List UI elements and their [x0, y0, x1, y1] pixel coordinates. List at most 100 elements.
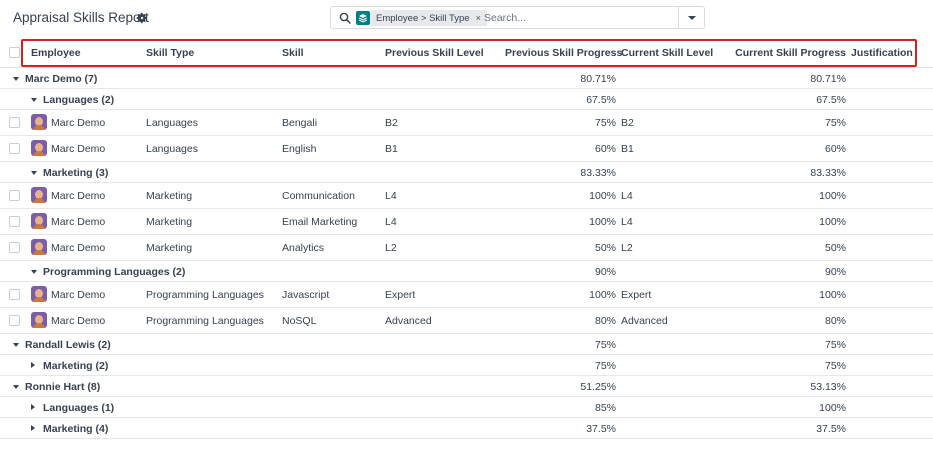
- skill-cell: Communication: [282, 190, 355, 202]
- skill-type-cell: Marketing: [146, 216, 193, 228]
- avatar: [31, 312, 47, 328]
- column-header-current-skill-progress[interactable]: Current Skill Progress: [730, 47, 846, 59]
- skill-type-cell: Marketing: [146, 242, 193, 254]
- previous-skill-progress-cell: 75%: [594, 117, 616, 129]
- group-row[interactable]: Marketing (2) 75% 75%: [0, 355, 933, 376]
- previous-skill-level-cell: B2: [385, 117, 398, 129]
- current-skill-progress-cell: 50%: [824, 242, 846, 254]
- group-previous-skill-progress: 37.5%: [586, 423, 616, 435]
- caret-down-icon[interactable]: [31, 98, 37, 102]
- table-row[interactable]: Marc Demo Languages Bengali B2 75% B2 75%: [0, 110, 933, 136]
- current-skill-level-cell: L4: [621, 190, 633, 202]
- caret-down-icon: [687, 15, 696, 20]
- current-skill-progress-cell: 100%: [819, 216, 846, 228]
- avatar: [31, 187, 47, 203]
- caret-down-icon[interactable]: [13, 77, 19, 81]
- group-row[interactable]: Ronnie Hart (8) 51.25% 53.13%: [0, 376, 933, 397]
- group-label: Marc Demo (7): [25, 73, 98, 85]
- skill-cell: Bengali: [282, 117, 318, 129]
- group-row[interactable]: Marketing (4) 37.5% 37.5%: [0, 418, 933, 439]
- row-checkbox[interactable]: [9, 117, 20, 128]
- skill-cell: NoSQL: [282, 315, 317, 327]
- row-checkbox[interactable]: [9, 242, 20, 253]
- table-row[interactable]: Marc Demo Marketing Email Marketing L4 100% L…: [0, 209, 933, 235]
- skill-cell: Email Marketing: [282, 216, 358, 228]
- group-by-facet[interactable]: Employee > Skill Type ×: [356, 10, 487, 26]
- control-panel: Appraisal Skills Report Employee > Skill…: [0, 0, 933, 36]
- employee-cell: Marc Demo: [51, 117, 106, 129]
- avatar: [31, 114, 47, 130]
- group-row[interactable]: Programming Languages (2) 90% 90%: [0, 261, 933, 282]
- search-icon[interactable]: [339, 12, 351, 24]
- current-skill-progress-cell: 75%: [824, 117, 846, 129]
- group-label: Ronnie Hart (8): [25, 381, 101, 393]
- column-header-previous-skill-level[interactable]: Previous Skill Level: [385, 47, 484, 59]
- group-label: Randall Lewis (2): [25, 339, 111, 351]
- table-header: Employee Skill Type Skill Previous Skill…: [0, 38, 933, 68]
- caret-right-icon[interactable]: [31, 362, 35, 368]
- group-current-skill-progress: 83.33%: [810, 167, 846, 179]
- caret-down-icon[interactable]: [13, 343, 19, 347]
- table-row[interactable]: Marc Demo Marketing Analytics L2 50% L2 50%: [0, 235, 933, 261]
- employee-cell: Marc Demo: [51, 289, 106, 301]
- search-input[interactable]: [484, 10, 654, 25]
- row-checkbox[interactable]: [9, 289, 20, 300]
- search-bar[interactable]: Employee > Skill Type ×: [330, 6, 705, 29]
- group-row[interactable]: Languages (2) 67.5% 67.5%: [0, 89, 933, 110]
- previous-skill-level-cell: L2: [385, 242, 397, 254]
- group-row[interactable]: Marketing (3) 83.33% 83.33%: [0, 162, 933, 183]
- current-skill-progress-cell: 100%: [819, 289, 846, 301]
- group-current-skill-progress: 53.13%: [810, 381, 846, 393]
- group-current-skill-progress: 75%: [824, 339, 846, 351]
- table-row[interactable]: Marc Demo Programming Languages Javascript…: [0, 282, 933, 308]
- caret-right-icon[interactable]: [31, 425, 35, 431]
- previous-skill-progress-cell: 100%: [589, 289, 616, 301]
- previous-skill-progress-cell: 50%: [594, 242, 616, 254]
- employee-cell: Marc Demo: [51, 190, 106, 202]
- skill-type-cell: Marketing: [146, 190, 193, 202]
- skill-cell: Javascript: [282, 289, 330, 301]
- table-row[interactable]: Marc Demo Marketing Communication L4 100% L4 1…: [0, 183, 933, 209]
- table-row[interactable]: Marc Demo Languages English B1 60% B1 60%: [0, 136, 933, 162]
- previous-skill-progress-cell: 100%: [589, 216, 616, 228]
- search-options-toggle[interactable]: [678, 7, 704, 28]
- table-row[interactable]: Marc Demo Programming Languages NoSQL Advan…: [0, 308, 933, 334]
- caret-down-icon[interactable]: [31, 270, 37, 274]
- column-header-previous-skill-progress[interactable]: Previous Skill Progress: [505, 47, 622, 59]
- avatar: [31, 140, 47, 156]
- row-checkbox[interactable]: [9, 143, 20, 154]
- employee-cell: Marc Demo: [51, 242, 106, 254]
- current-skill-level-cell: B1: [621, 143, 634, 155]
- caret-right-icon[interactable]: [31, 404, 35, 410]
- caret-down-icon[interactable]: [13, 385, 19, 389]
- column-header-employee[interactable]: Employee: [31, 47, 81, 59]
- group-row[interactable]: Languages (1) 85% 100%: [0, 397, 933, 418]
- current-skill-progress-cell: 60%: [824, 143, 846, 155]
- row-checkbox[interactable]: [9, 190, 20, 201]
- column-header-skill[interactable]: Skill: [282, 47, 304, 59]
- group-row[interactable]: Randall Lewis (2) 75% 75%: [0, 334, 933, 355]
- row-checkbox[interactable]: [9, 315, 20, 326]
- current-skill-level-cell: B2: [621, 117, 634, 129]
- previous-skill-level-cell: B1: [385, 143, 398, 155]
- group-previous-skill-progress: 75%: [594, 339, 616, 351]
- stack-layers-icon: [356, 11, 370, 25]
- previous-skill-level-cell: L4: [385, 216, 397, 228]
- group-label: Marketing (4): [43, 423, 109, 435]
- avatar: [31, 286, 47, 302]
- column-header-current-skill-level[interactable]: Current Skill Level: [621, 47, 713, 59]
- group-row[interactable]: Marc Demo (7) 80.71% 80.71%: [0, 68, 933, 89]
- gear-icon[interactable]: [136, 12, 148, 24]
- caret-down-icon[interactable]: [31, 171, 37, 175]
- group-previous-skill-progress: 80.71%: [580, 73, 616, 85]
- group-label: Languages (1): [43, 402, 115, 414]
- row-checkbox[interactable]: [9, 216, 20, 227]
- column-header-skill-type[interactable]: Skill Type: [146, 47, 194, 59]
- select-all-checkbox[interactable]: [9, 47, 20, 58]
- skill-type-cell: Languages: [146, 143, 198, 155]
- column-header-justification[interactable]: Justification: [851, 47, 913, 59]
- facet-remove-icon[interactable]: ×: [476, 13, 481, 23]
- group-current-skill-progress: 80.71%: [810, 73, 846, 85]
- group-label: Programming Languages (2): [43, 266, 186, 278]
- current-skill-level-cell: L4: [621, 216, 633, 228]
